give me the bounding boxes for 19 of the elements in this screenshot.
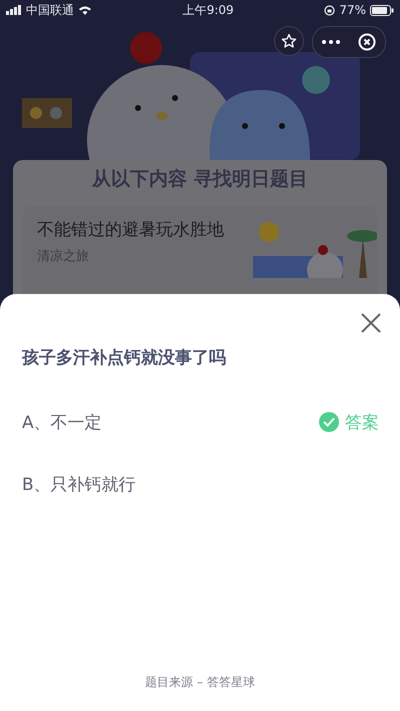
signal-icon [6,5,22,15]
carrier-name: 中国联通 [26,2,74,18]
close-icon [358,33,376,51]
answer-label: 答案 [345,412,379,434]
wifi-icon [78,5,92,15]
battery-icon [370,4,394,16]
source-note: 题目来源 – 答答星球 [144,674,256,691]
more-icon [322,40,340,44]
rotation-lock-icon [324,4,336,16]
option-text[interactable]: B、只补钙就行 [22,472,136,496]
close-icon [360,312,382,334]
star-icon [281,33,297,49]
article-title: 不能错过的避暑玩水胜地 [37,219,224,241]
battery-percent: 77% [339,3,366,17]
clock-time: 上午9:09 [182,2,234,18]
check-icon [319,412,339,432]
banner-title: 从以下内容 寻找明日题目 [90,167,309,192]
option-text[interactable]: A、不一定 [22,410,102,434]
question-text: 孩子多汗补点钙就没事了吗 [22,347,227,369]
